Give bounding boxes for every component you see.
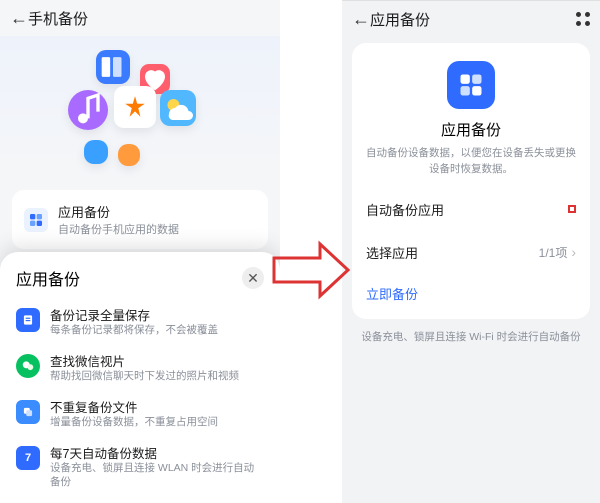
left-title: 手机备份 xyxy=(28,8,88,29)
left-header: ← 手机备份 xyxy=(0,0,280,36)
right-screen: ← 应用备份 应用备份 自动备份设备数据，以便您在设备丢失或更换设备时恢复数据。… xyxy=(342,0,600,503)
app-backup-big-icon xyxy=(447,61,495,109)
feature-row: 备份记录全量保存每条备份记录都将保存，不会被覆盖 xyxy=(16,300,264,346)
sheet-title: 应用备份 xyxy=(16,266,80,290)
footnote: 设备充电、锁屏且连接 Wi-Fi 时会进行自动备份 xyxy=(342,329,600,344)
weather-icon xyxy=(160,90,196,126)
auto-backup-label: 自动备份应用 xyxy=(366,200,444,219)
intro-sheet: 应用备份 ✕ 备份记录全量保存每条备份记录都将保存，不会被覆盖 查找微信视片帮助… xyxy=(0,252,280,503)
backup-card: 应用备份 自动备份设备数据，以便您在设备丢失或更换设备时恢复数据。 自动备份应用… xyxy=(352,43,590,319)
backup-now-link[interactable]: 立即备份 xyxy=(366,274,576,305)
left-screen: ← 手机备份 应用备份 自动备份手机应用的数据 应用备份 ✕ xyxy=(0,0,280,503)
auto-backup-row: 自动备份应用 xyxy=(366,188,576,231)
feature-title: 备份记录全量保存 xyxy=(50,308,218,324)
feature-title: 每7天自动备份数据 xyxy=(50,446,264,462)
select-apps-value: 1/1项 xyxy=(539,244,568,261)
close-icon[interactable]: ✕ xyxy=(242,267,264,289)
hero-illustration xyxy=(0,36,280,186)
feature-sub: 增量备份设备数据，不重复占用空间 xyxy=(50,416,218,430)
feature-sub: 设备充电、锁屏且连接 WLAN 时会进行自动备份 xyxy=(50,462,264,489)
hero-title: 应用备份 xyxy=(366,119,576,140)
wechat-icon xyxy=(16,354,40,378)
feature-row: 查找微信视片帮助找回微信聊天时下发过的照片和视频 xyxy=(16,346,264,392)
app-backup-card[interactable]: 应用备份 自动备份手机应用的数据 xyxy=(12,190,268,249)
hero-desc: 自动备份设备数据，以便您在设备丢失或更换设备时恢复数据。 xyxy=(366,146,576,178)
select-apps-row[interactable]: 选择应用 1/1项 › xyxy=(366,231,576,274)
right-header: ← 应用备份 xyxy=(342,1,600,37)
calendar-mini-icon xyxy=(84,140,108,164)
more-icon[interactable] xyxy=(576,12,590,26)
chevron-right-icon: › xyxy=(571,244,576,260)
nodup-icon xyxy=(16,400,40,424)
feature-sub: 每条备份记录都将保存，不会被覆盖 xyxy=(50,324,218,338)
feature-title: 查找微信视片 xyxy=(50,354,239,370)
books-icon xyxy=(96,50,130,84)
feature-row: 7 每7天自动备份数据设备充电、锁屏且连接 WLAN 时会进行自动备份 xyxy=(16,438,264,498)
card-title: 应用备份 xyxy=(58,202,179,221)
music-icon xyxy=(68,90,108,130)
highlight-box xyxy=(568,205,576,213)
feature-row: 不重复备份文件增量备份设备数据，不重复占用空间 xyxy=(16,392,264,438)
gallery-icon xyxy=(114,86,156,128)
records-icon xyxy=(16,308,40,332)
flow-arrow-icon xyxy=(272,240,350,300)
feature-title: 不重复备份文件 xyxy=(50,400,218,416)
select-apps-label: 选择应用 xyxy=(366,243,418,262)
card-subtitle: 自动备份手机应用的数据 xyxy=(58,221,179,237)
back-icon[interactable]: ← xyxy=(10,8,28,29)
feature-sub: 帮助找回微信聊天时下发过的照片和视频 xyxy=(50,370,239,384)
back-icon[interactable]: ← xyxy=(352,9,370,30)
seven-day-icon: 7 xyxy=(16,446,40,470)
contacts-mini-icon xyxy=(118,144,140,166)
right-title: 应用备份 xyxy=(370,9,430,30)
app-backup-card-icon xyxy=(24,208,48,232)
